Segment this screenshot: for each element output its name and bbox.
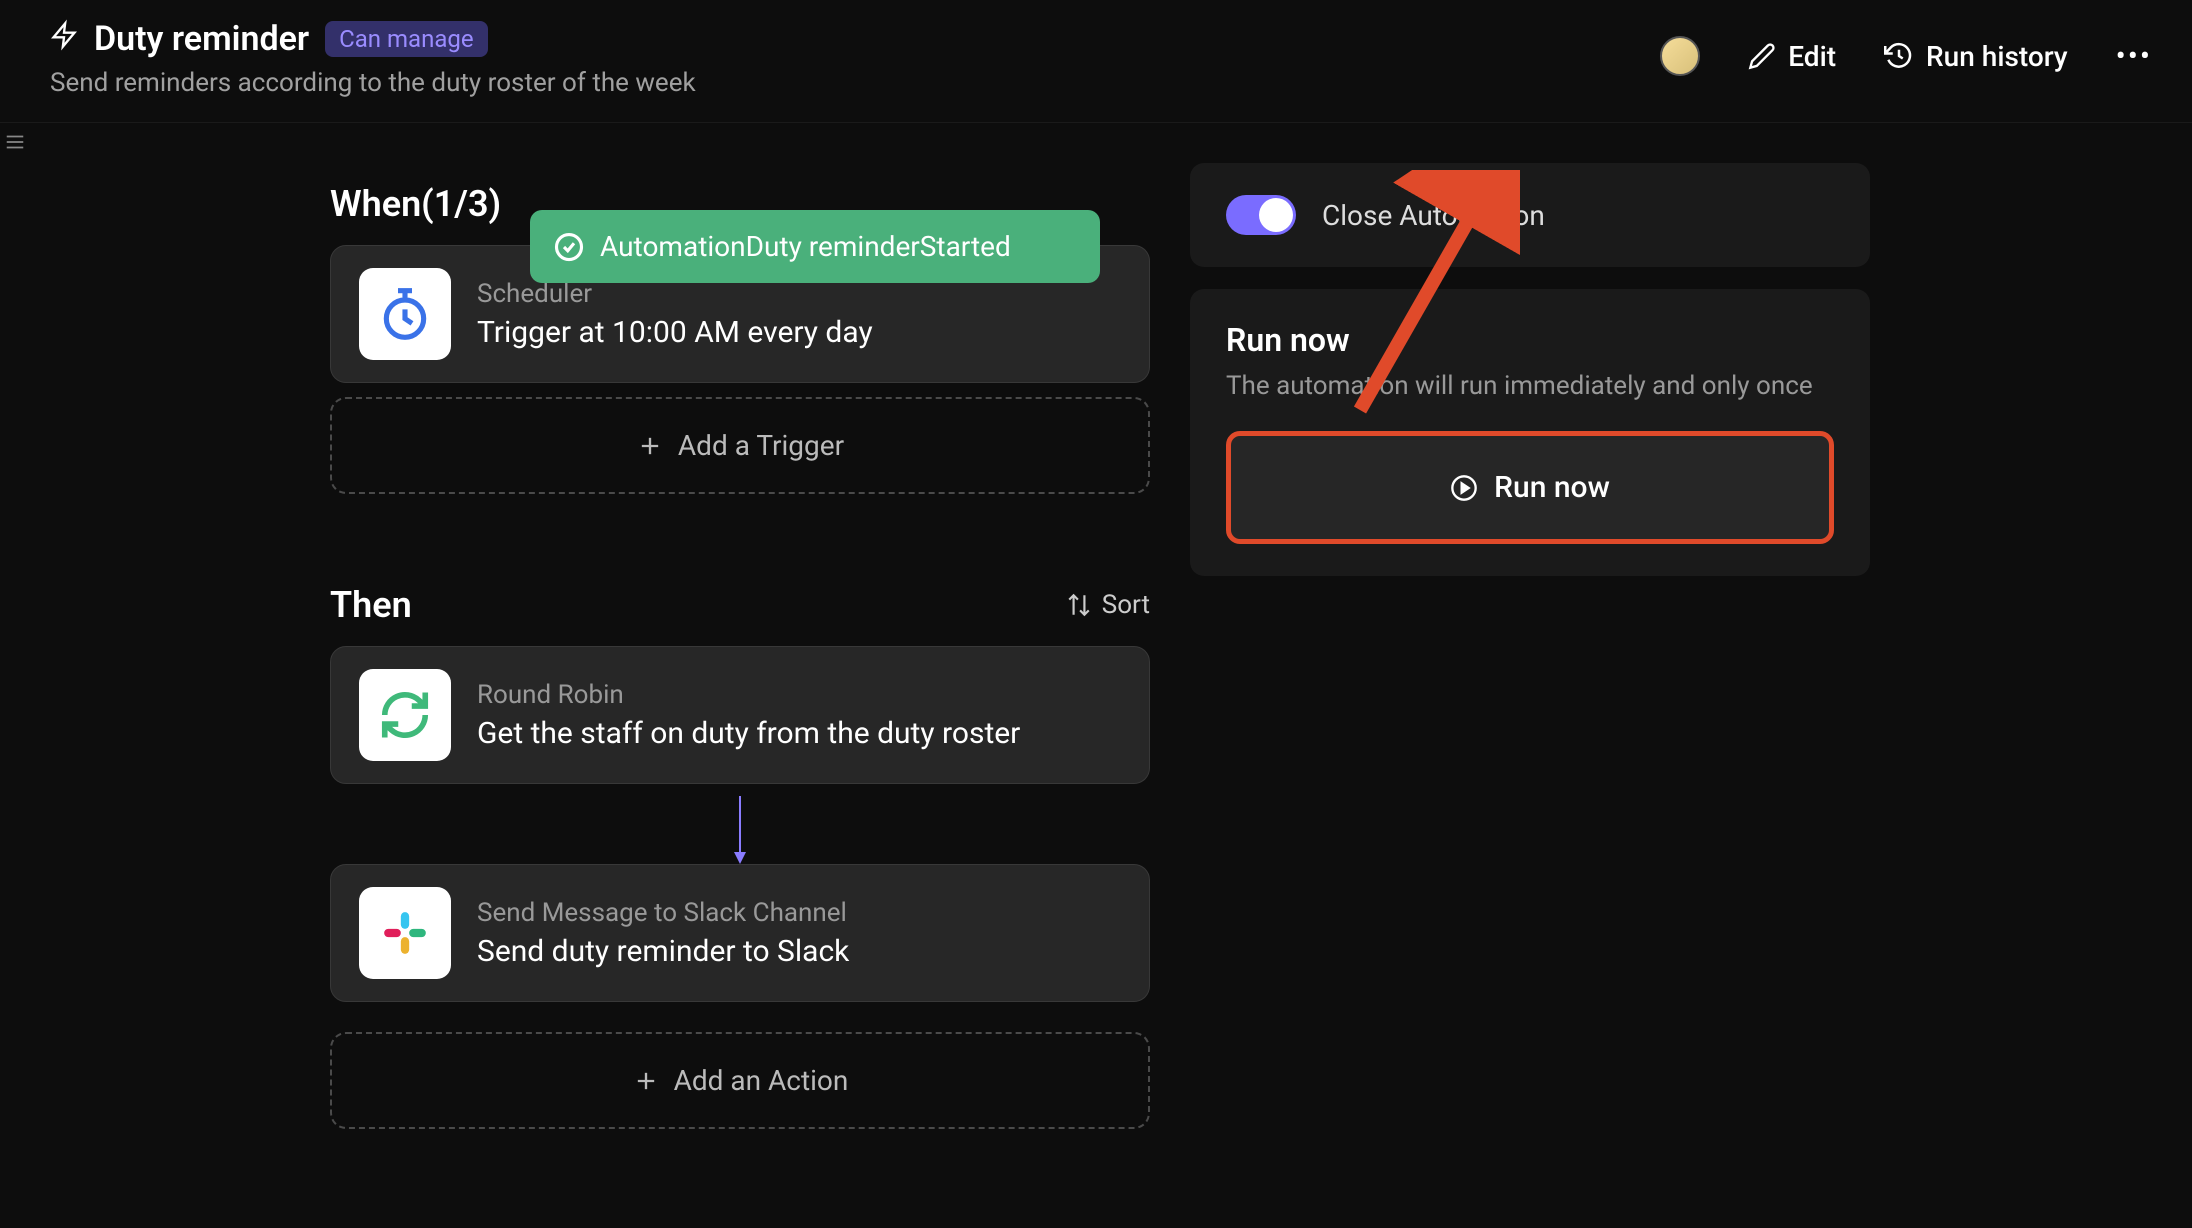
trigger-label: Scheduler [477,279,873,309]
run-now-title: Run now [1226,321,1834,359]
edit-button[interactable]: Edit [1748,40,1836,73]
add-action-label: Add an Action [674,1064,849,1097]
page-title: Duty reminder [94,19,309,59]
action-card[interactable]: Send Message to Slack Channel Send duty … [330,864,1150,1002]
run-now-button[interactable]: Run now [1226,431,1834,544]
run-now-label: Run now [1494,470,1610,505]
then-title: Then [330,584,412,626]
run-history-button[interactable]: Run history [1884,40,2068,73]
permission-badge[interactable]: Can manage [325,21,488,57]
action-label: Round Robin [477,680,1020,710]
action-desc: Send duty reminder to Slack [477,934,849,969]
history-icon [1884,41,1914,71]
sidebar-toggle-icon[interactable] [4,130,26,160]
page-header: Duty reminder Can manage Send reminders … [0,0,2192,123]
run-now-panel: Run now The automation will run immediat… [1190,289,1870,576]
slack-icon [359,887,451,979]
plus-icon [636,432,664,460]
toast-text: AutomationDuty reminderStarted [600,230,1011,263]
avatar[interactable] [1660,36,1700,76]
add-trigger-button[interactable]: Add a Trigger [330,397,1150,494]
automation-toggle-panel: Close Automation [1190,163,1870,267]
round-robin-icon [359,669,451,761]
sort-icon [1066,592,1092,618]
when-title: When(1/3) [330,183,501,225]
run-now-subtitle: The automation will run immediately and … [1226,371,1834,401]
success-toast: AutomationDuty reminderStarted [530,210,1100,283]
sort-button[interactable]: Sort [1066,590,1150,620]
flow-connector [330,796,1150,866]
check-circle-icon [554,232,584,262]
trigger-desc: Trigger at 10:00 AM every day [477,315,873,350]
action-desc: Get the staff on duty from the duty rost… [477,716,1020,751]
add-trigger-label: Add a Trigger [678,429,844,462]
plus-icon [632,1067,660,1095]
scheduler-icon [359,268,451,360]
play-circle-icon [1450,474,1478,502]
action-card[interactable]: Round Robin Get the staff on duty from t… [330,646,1150,784]
edit-label: Edit [1788,40,1836,73]
more-menu-button[interactable]: ••• [2116,39,2152,74]
sort-label: Sort [1102,590,1150,620]
action-label: Send Message to Slack Channel [477,898,849,928]
add-action-button[interactable]: Add an Action [330,1032,1150,1129]
page-subtitle: Send reminders according to the duty ros… [50,68,696,98]
toggle-label: Close Automation [1322,199,1545,232]
automation-toggle[interactable] [1226,195,1296,235]
pencil-icon [1748,42,1776,70]
bolt-icon [50,18,78,60]
run-history-label: Run history [1926,40,2068,73]
